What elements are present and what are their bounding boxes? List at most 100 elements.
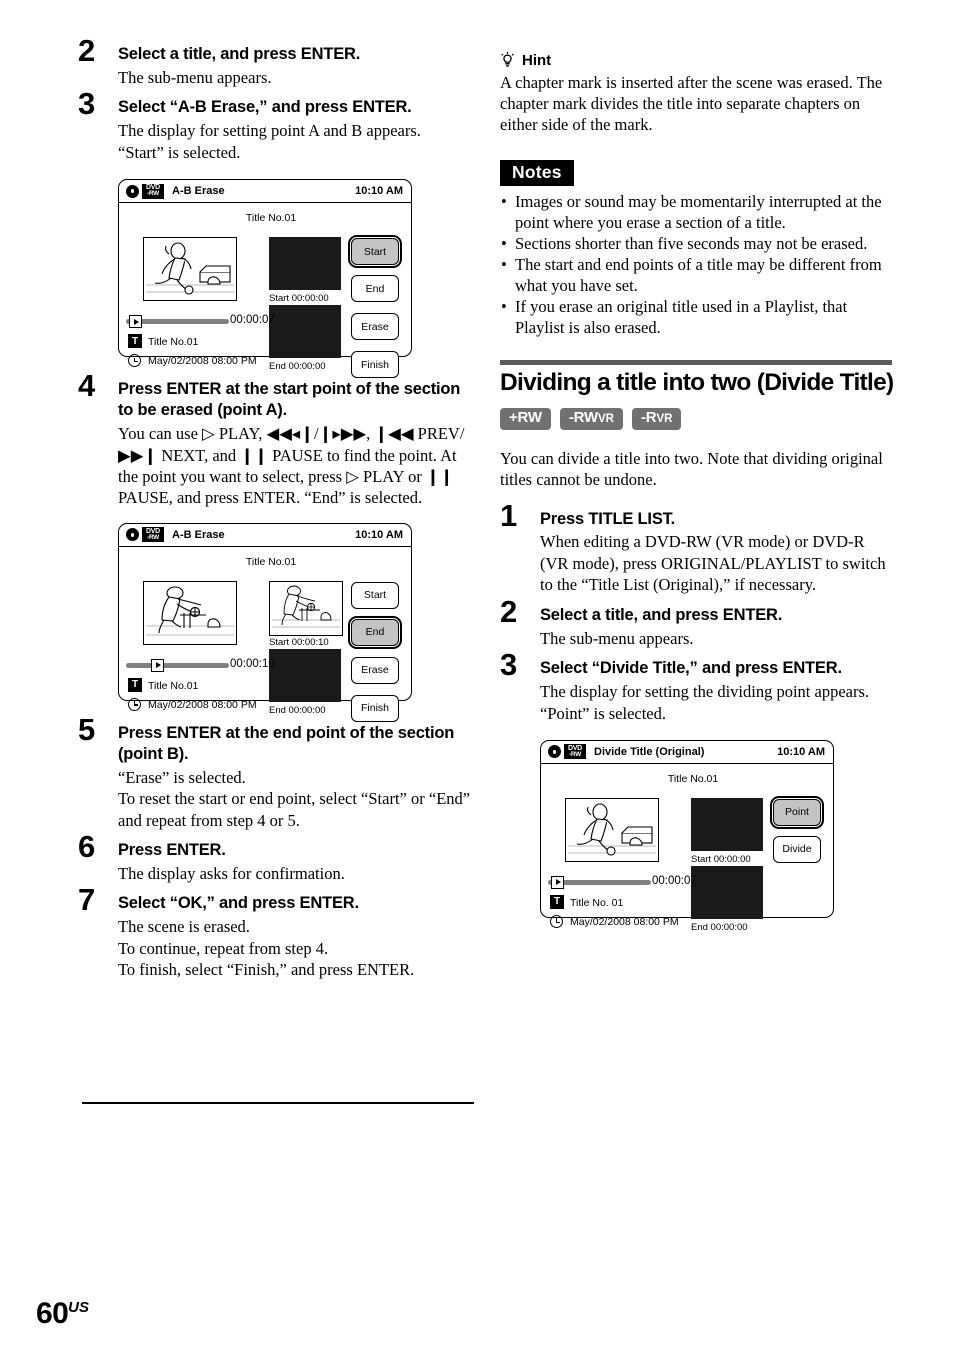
step-title: Press ENTER at the end point of the sect… [118, 723, 455, 763]
timeline-bar[interactable] [128, 319, 227, 325]
step-body-line: The scene is erased. [118, 917, 250, 937]
step-5: 5 Press ENTER at the end point of the se… [78, 714, 478, 831]
notes-list: Images or sound may be momentarily inter… [500, 191, 892, 339]
disc-icon [548, 745, 561, 759]
screen-ab-erase-1-wrap: DVD -RW A-B Erase 10:10 AM Title No.01 S… [78, 179, 478, 379]
screen-title: A-B Erase [172, 185, 225, 198]
button-finish[interactable]: Finish [351, 351, 399, 379]
hint-text: A chapter mark is inserted after the sce… [500, 73, 883, 135]
step-body: “Erase” is selected. To reset the start … [118, 767, 478, 831]
button-end[interactable]: End [347, 615, 403, 650]
step-title: Select “OK,” and press ENTER. [118, 894, 359, 913]
step-number: 7 [78, 882, 95, 918]
step-body-line: The display for setting point A and B ap… [118, 121, 421, 141]
section-intro: You can divide a title into two. Note th… [500, 449, 883, 490]
step-title: Press ENTER at the start point of the se… [118, 380, 461, 420]
section-divider-rule [500, 360, 892, 366]
step-3: 3 Select “A-B Erase,” and press ENTER. T… [78, 88, 478, 163]
timeline-position-marker[interactable] [129, 315, 142, 329]
dvd-chip-line2: -RW [147, 190, 159, 198]
step-6: 6 Press ENTER. The display asks for conf… [78, 831, 478, 884]
button-erase[interactable]: Erase [351, 656, 399, 684]
screen-header: DVD -RW Divide Title (Original) 10:10 AM [541, 741, 833, 764]
screen-divide-title: DVD -RW Divide Title (Original) 10:10 AM… [540, 739, 834, 933]
step-body-line: “Start” is selected. [118, 142, 241, 162]
step-body-line: “Erase” is selected. [118, 767, 246, 787]
disc-format-badges: +RW -RW VR -R VR [500, 408, 892, 431]
step-body-line: When editing a DVD-RW (VR mode) or DVD-R… [540, 532, 886, 595]
clock-icon [550, 914, 563, 928]
step-4: 4 Press ENTER at the start point of the … [78, 370, 478, 509]
button-end[interactable]: End [351, 275, 399, 303]
step-number: 4 [78, 368, 95, 404]
step-title: Select a title, and press ENTER. [540, 605, 783, 624]
step-number: 2 [78, 33, 95, 68]
step-number: 3 [500, 647, 517, 683]
step-body: When editing a DVD-RW (VR mode) or DVD-R… [540, 531, 892, 595]
left-column: 2 Select a title, and press ENTER. The s… [78, 35, 478, 990]
step-number: 1 [500, 497, 517, 533]
timeline-elapsed: 00:00:07 [230, 314, 275, 327]
step-body: The sub-menu appears. [118, 67, 478, 88]
start-point-thumbnail [269, 237, 341, 291]
screen-clock: 10:10 AM [355, 528, 403, 541]
badge-main: +RW [509, 409, 542, 427]
page-number-value: 60 [36, 1297, 69, 1330]
date-label: May/02/2008 08:00 PM [148, 355, 257, 368]
badge-sub: VR [656, 413, 673, 426]
preview-thumbnail [143, 580, 237, 645]
badge-minus-r-vr: -R VR [632, 408, 682, 431]
timeline-bar[interactable] [550, 879, 649, 885]
button-start[interactable]: Start [347, 234, 403, 269]
step-body: The sub-menu appears. [540, 628, 892, 649]
timeline-elapsed: 00:00:07 [652, 874, 697, 887]
step-number: 5 [78, 711, 95, 747]
button-finish[interactable]: Finish [351, 694, 399, 722]
date-label: May/02/2008 08:00 PM [148, 698, 257, 711]
step-title: Select a title, and press ENTER. [118, 45, 361, 63]
dvd-chip-line2: -RW [147, 534, 159, 542]
timeline-right-cap [224, 319, 229, 325]
manual-page: 2 Select a title, and press ENTER. The s… [0, 0, 954, 1352]
screen-clock: 10:10 AM [777, 745, 825, 758]
notes-badge: Notes [500, 159, 574, 186]
list-item: The start and end points of a title may … [500, 254, 892, 296]
timeline-position-marker[interactable] [551, 875, 564, 889]
button-divide[interactable]: Divide [773, 835, 821, 863]
title-label: Title No.01 [148, 336, 199, 349]
screen-body: Title No.01 [119, 203, 411, 379]
divide-step-2: 2 Select a title, and press ENTER. The s… [500, 596, 892, 649]
step-body-line: The sub-menu appears. [118, 67, 272, 87]
screen-ab-erase-2: DVD -RW A-B Erase 10:10 AM Title No.01 S… [118, 522, 412, 722]
hint-heading-label: Hint [522, 52, 552, 69]
button-point[interactable]: Point [769, 795, 825, 830]
divide-step-3: 3 Select “Divide Title,” and press ENTER… [500, 649, 892, 724]
step-number: 2 [500, 593, 517, 629]
badge-sub: VR [598, 413, 614, 426]
screen-body: Title No.01 [541, 764, 833, 933]
title-label: Title No.01 [148, 679, 199, 692]
step-body: You can use ▷ PLAY, ◀◀◂❙/❙▸▶▶, ❙◀◀ PREV/… [118, 423, 478, 509]
date-label: May/02/2008 08:00 PM [570, 915, 679, 928]
button-start[interactable]: Start [351, 581, 399, 609]
step-body: The display asks for confirmation. [118, 863, 478, 884]
notes-block: Notes Images or sound may be momentarily… [500, 159, 892, 339]
start-point-caption: Start 00:00:00 [691, 853, 751, 865]
step-body-line: The display for setting the dividing poi… [540, 682, 870, 702]
button-erase[interactable]: Erase [351, 313, 399, 341]
title-label: Title No. 01 [570, 896, 624, 909]
step-body-line: You can use ▷ PLAY, ◀◀◂❙/❙▸▶▶, ❙◀◀ PREV/… [118, 424, 465, 508]
timeline-bar[interactable] [128, 662, 227, 668]
screen-divide-title-wrap: DVD -RW Divide Title (Original) 10:10 AM… [500, 739, 892, 933]
screen-clock: 10:10 AM [355, 185, 403, 198]
step-title: Press ENTER. [118, 841, 226, 860]
title-badge-icon: T [128, 677, 142, 692]
step-title: Press TITLE LIST. [540, 509, 676, 528]
step-body-line: To continue, repeat from step 4. [118, 938, 329, 958]
end-point-caption: End 00:00:00 [691, 921, 748, 933]
preview-thumbnail [565, 797, 659, 862]
start-point-caption: Start 00:00:10 [269, 636, 329, 648]
end-point-thumbnail [269, 305, 341, 359]
list-item: If you erase an original title used in a… [500, 296, 892, 338]
timeline-position-marker[interactable] [151, 658, 164, 672]
